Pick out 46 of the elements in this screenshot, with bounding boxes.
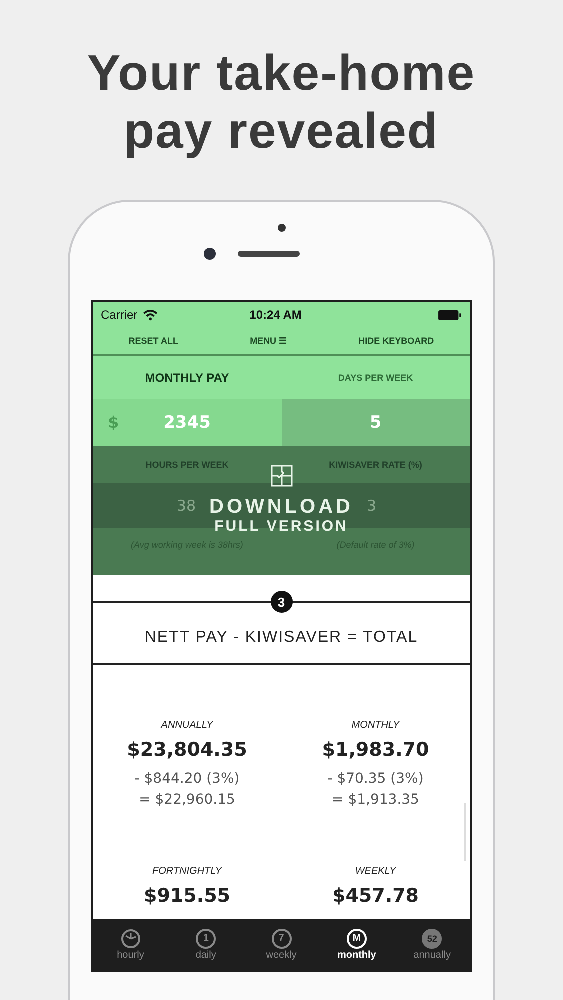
carrier-label: Carrier <box>101 308 138 322</box>
nav-button[interactable]: RESET ALL <box>124 334 182 348</box>
pay-amount: $915.55 <box>144 885 231 907</box>
battery-icon <box>438 310 462 320</box>
period-label: FORTNIGHTLY <box>152 866 222 877</box>
pay-amount: $457.78 <box>332 885 420 907</box>
headline: pay revealed <box>124 102 439 160</box>
tab[interactable]: M monthly <box>319 919 395 970</box>
step-number: 3 <box>270 591 292 613</box>
period-label: WEEKLY <box>355 866 396 877</box>
pay-amount: $1,983.70 <box>322 739 430 761</box>
tab-badge: M <box>346 928 367 948</box>
sensor-dot <box>278 224 286 232</box>
period-label: MONTHLY <box>352 720 400 731</box>
pay-amount: $23,804.35 <box>127 739 248 761</box>
scrollbar-thumb <box>464 803 466 861</box>
tab[interactable]: 7 weekly <box>244 919 320 970</box>
section-heading: NETT PAY - KIWISAVER = TOTAL <box>93 613 470 665</box>
speaker-slot <box>238 251 300 257</box>
puzzle-icon <box>270 464 294 488</box>
kiwisaver-deduction: - $844.20 (3%) <box>134 770 240 789</box>
input-field[interactable]: 38 <box>176 496 196 514</box>
field-label: KIWISAVER RATE (%) <box>328 458 424 472</box>
total-amount: = $22,960.15 <box>139 791 236 810</box>
field-label: DAYS PER WEEK <box>337 372 414 384</box>
wifi-icon <box>142 310 158 320</box>
clock-icon <box>120 928 141 948</box>
headline: Your take-home <box>87 44 476 102</box>
tab[interactable]: hourly <box>93 919 168 970</box>
tab[interactable]: 1 daily <box>168 919 244 970</box>
camera-icon <box>204 248 216 260</box>
input-field[interactable]: 3 <box>367 496 377 514</box>
tab-badge: 7 <box>272 928 292 948</box>
field-label: MONTHLY PAY <box>144 370 230 386</box>
nav-button[interactable]: HIDE KEYBOARD <box>354 334 438 348</box>
kiwisaver-deduction: - $70.35 (3%) <box>328 770 424 789</box>
period-label: ANNUALLY <box>161 720 214 731</box>
tab-badge: 1 <box>196 928 216 948</box>
status-time: 10:24 AM <box>250 308 302 322</box>
field-label: HOURS PER WEEK <box>144 458 230 472</box>
total-amount: = $1,913.35 <box>332 791 420 810</box>
download-title[interactable]: DOWNLOAD <box>210 496 354 518</box>
tab[interactable]: 52 annually <box>394 919 470 970</box>
nav-button[interactable]: MENU ☰ <box>246 334 292 348</box>
download-subtitle[interactable]: FULL VERSION <box>214 518 348 536</box>
tab-badge: 52 <box>422 928 442 948</box>
